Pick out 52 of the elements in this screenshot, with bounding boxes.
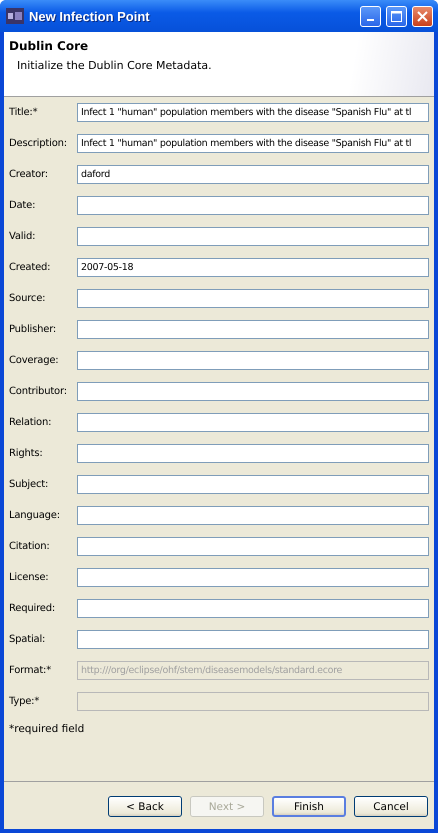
field-label: Subject: — [9, 479, 50, 490]
maximize-icon — [391, 10, 402, 22]
field-label: Type:* — [9, 696, 40, 707]
page-title: Dublin Core — [9, 39, 90, 53]
text-field[interactable] — [77, 289, 429, 308]
field-label: Description: — [9, 138, 68, 149]
field-label: Creator: — [9, 169, 49, 180]
wizard-button[interactable]: Finish — [272, 796, 346, 817]
field-label: Language: — [9, 510, 61, 521]
field-label: License: — [9, 572, 50, 583]
minimize-button[interactable] — [360, 6, 381, 26]
field-label: Rights: — [9, 448, 44, 459]
text-field[interactable] — [77, 196, 429, 215]
text-field[interactable] — [77, 568, 429, 587]
text-field[interactable]: 2007-05-18 — [77, 258, 429, 277]
text-field[interactable] — [77, 630, 429, 649]
text-field[interactable] — [77, 227, 429, 246]
text-field[interactable]: Infect 1 "human" population members with the disease "Spanish Flu" at tl — [77, 134, 429, 153]
text-field[interactable] — [77, 537, 429, 556]
text-field[interactable] — [77, 320, 429, 339]
field-label: Spatial: — [9, 634, 46, 645]
maximize-button[interactable] — [386, 6, 407, 26]
app-icon — [6, 8, 24, 24]
page-description: Initialize the Dublin Core Metadata. — [16, 59, 213, 72]
field-label: Source: — [9, 293, 46, 304]
field-label: Title:* — [9, 107, 38, 118]
field-label: Citation: — [9, 541, 51, 552]
field-label: Created: — [9, 262, 52, 273]
minimize-icon — [367, 19, 374, 21]
close-icon — [417, 10, 428, 22]
wizard-button[interactable]: Cancel — [354, 796, 428, 817]
text-field[interactable] — [77, 599, 429, 618]
field-label: Required: — [9, 603, 56, 614]
text-field[interactable] — [77, 444, 429, 463]
required-note: *required field — [8, 723, 86, 735]
text-field[interactable]: daford — [77, 165, 429, 184]
field-label: Coverage: — [9, 355, 60, 366]
field-label: Publisher: — [9, 324, 58, 335]
text-field[interactable] — [77, 413, 429, 432]
wizard-button[interactable]: < Back — [108, 796, 182, 817]
text-field[interactable]: Infect 1 "human" population members with the disease "Spanish Flu" at tl — [77, 103, 429, 122]
text-field[interactable] — [77, 506, 429, 525]
text-field[interactable] — [77, 475, 429, 494]
field-label: Relation: — [9, 417, 52, 428]
text-field[interactable] — [77, 382, 429, 401]
window-title: New Infection Point — [29, 8, 151, 24]
field-label: Contributor: — [9, 386, 68, 397]
field-label: Date: — [9, 200, 36, 211]
text-field[interactable] — [77, 351, 429, 370]
field-label: Valid: — [9, 231, 36, 242]
close-button[interactable] — [412, 6, 433, 26]
field-label: Format:* — [9, 665, 52, 676]
